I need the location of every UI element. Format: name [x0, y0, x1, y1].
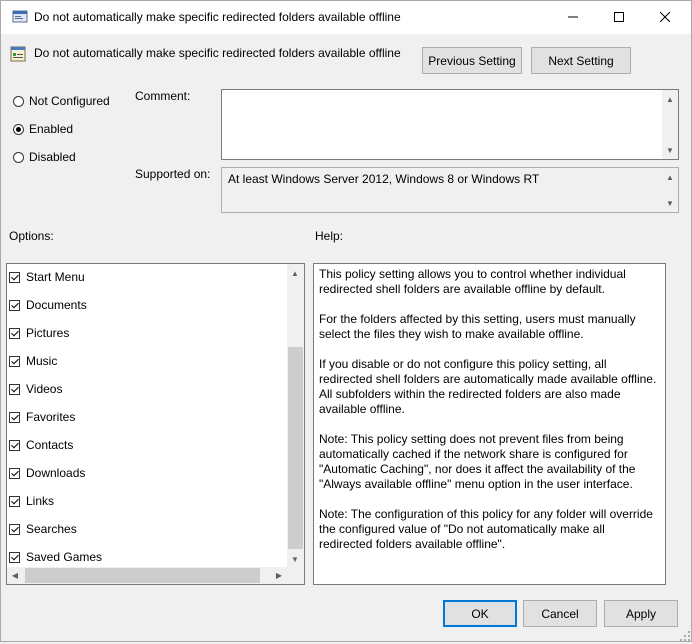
supported-scrollbar[interactable]: ▲ ▼	[662, 168, 678, 212]
option-checkbox-row[interactable]: Pictures	[9, 323, 69, 343]
scroll-up-icon[interactable]: ▲	[662, 91, 678, 107]
radio-label: Enabled	[29, 122, 74, 136]
option-checkbox-row[interactable]: Saved Games	[9, 547, 102, 567]
help-paragraph: Note: This policy setting does not preve…	[319, 432, 636, 491]
option-label: Saved Games	[26, 550, 103, 564]
close-icon	[660, 12, 670, 22]
option-checkbox-row[interactable]: Music	[9, 351, 57, 371]
help-label: Help:	[315, 229, 344, 243]
comment-label: Comment:	[135, 89, 191, 103]
maximize-icon	[614, 12, 624, 22]
help-paragraph: Note: The configuration of this policy f…	[319, 507, 653, 551]
supported-on-label: Supported on:	[135, 167, 211, 181]
radio-label: Disabled	[29, 150, 76, 164]
checkbox[interactable]	[9, 411, 20, 423]
option-checkbox-row[interactable]: Videos	[9, 379, 62, 399]
scroll-thumb[interactable]	[25, 568, 260, 583]
radio-label: Not Configured	[29, 94, 110, 108]
checkbox[interactable]	[9, 299, 20, 311]
comment-scrollbar[interactable]: ▲ ▼	[662, 90, 678, 159]
scroll-down-icon[interactable]: ▼	[662, 142, 678, 158]
scroll-corner	[287, 567, 304, 584]
supported-on-value: At least Windows Server 2012, Windows 8 …	[228, 172, 540, 186]
option-checkbox-row[interactable]: Downloads	[9, 463, 85, 483]
scroll-up-icon[interactable]: ▲	[662, 169, 678, 185]
options-horizontal-scrollbar[interactable]: ◀ ▶	[7, 567, 287, 584]
help-paragraph: For the folders affected by this setting…	[319, 312, 636, 341]
checkbox[interactable]	[9, 523, 20, 535]
checkbox[interactable]	[9, 355, 20, 367]
cancel-button[interactable]: Cancel	[523, 600, 597, 627]
option-label: Music	[26, 354, 58, 368]
close-button[interactable]	[642, 0, 688, 34]
option-checkbox-row[interactable]: Favorites	[9, 407, 75, 427]
apply-button[interactable]: Apply	[604, 600, 678, 627]
checkbox[interactable]	[9, 383, 20, 395]
scroll-down-icon[interactable]: ▼	[662, 195, 678, 211]
option-label: Contacts	[26, 438, 74, 452]
checkbox[interactable]	[9, 495, 20, 507]
option-checkbox-row[interactable]: Contacts	[9, 435, 73, 455]
next-setting-button[interactable]: Next Setting	[531, 47, 631, 74]
option-checkbox-row[interactable]: Links	[9, 491, 54, 511]
option-label: Start Menu	[26, 270, 85, 284]
options-vertical-scrollbar[interactable]: ▲ ▼	[287, 264, 304, 568]
option-checkbox-row[interactable]: Searches	[9, 519, 77, 539]
option-label: Downloads	[26, 466, 86, 480]
maximize-button[interactable]	[596, 0, 642, 34]
ok-button[interactable]: OK	[443, 600, 517, 627]
previous-setting-button[interactable]: Previous Setting	[422, 47, 522, 74]
radio-button[interactable]	[13, 151, 24, 163]
setting-name: Do not automatically make specific redir…	[34, 46, 401, 60]
option-label: Pictures	[26, 326, 70, 340]
app-icon	[12, 10, 28, 24]
setting-icon	[10, 46, 26, 62]
checkbox[interactable]	[9, 551, 20, 563]
checkbox[interactable]	[9, 271, 20, 283]
help-paragraph: This policy setting allows you to contro…	[319, 267, 626, 296]
scroll-thumb[interactable]	[288, 347, 303, 549]
help-paragraph: If you disable or do not configure this …	[319, 357, 657, 416]
checkbox[interactable]	[9, 439, 20, 451]
options-panel: Start Menu Documents Pictures Music Vide…	[6, 263, 305, 585]
window-title: Do not automatically make specific redir…	[34, 10, 401, 24]
radio-disabled[interactable]: Disabled	[13, 149, 76, 165]
minimize-button[interactable]	[550, 0, 596, 34]
option-label: Videos	[26, 382, 63, 396]
supported-on-field: At least Windows Server 2012, Windows 8 …	[221, 167, 679, 213]
option-checkbox-row[interactable]: Start Menu	[9, 267, 85, 287]
scroll-left-icon[interactable]: ◀	[7, 567, 23, 584]
minimize-icon	[568, 16, 578, 18]
radio-enabled[interactable]: Enabled	[13, 121, 73, 137]
scroll-up-icon[interactable]: ▲	[287, 265, 303, 281]
resize-grip-icon[interactable]	[680, 630, 690, 641]
comment-textarea[interactable]: ▲ ▼	[221, 89, 679, 160]
checkbox[interactable]	[9, 467, 20, 479]
option-label: Documents	[26, 298, 87, 312]
radio-button[interactable]	[13, 123, 24, 135]
checkbox[interactable]	[9, 327, 20, 339]
option-label: Links	[26, 494, 55, 508]
radio-not-configured[interactable]: Not Configured	[13, 93, 110, 109]
radio-button[interactable]	[13, 95, 24, 107]
option-label: Favorites	[26, 410, 76, 424]
scroll-down-icon[interactable]: ▼	[287, 551, 303, 567]
option-label: Searches	[26, 522, 77, 536]
options-label: Options:	[9, 229, 54, 243]
comment-value[interactable]	[222, 90, 678, 96]
help-panel: This policy setting allows you to contro…	[313, 263, 666, 585]
option-checkbox-row[interactable]: Documents	[9, 295, 87, 315]
scroll-right-icon[interactable]: ▶	[271, 567, 287, 584]
